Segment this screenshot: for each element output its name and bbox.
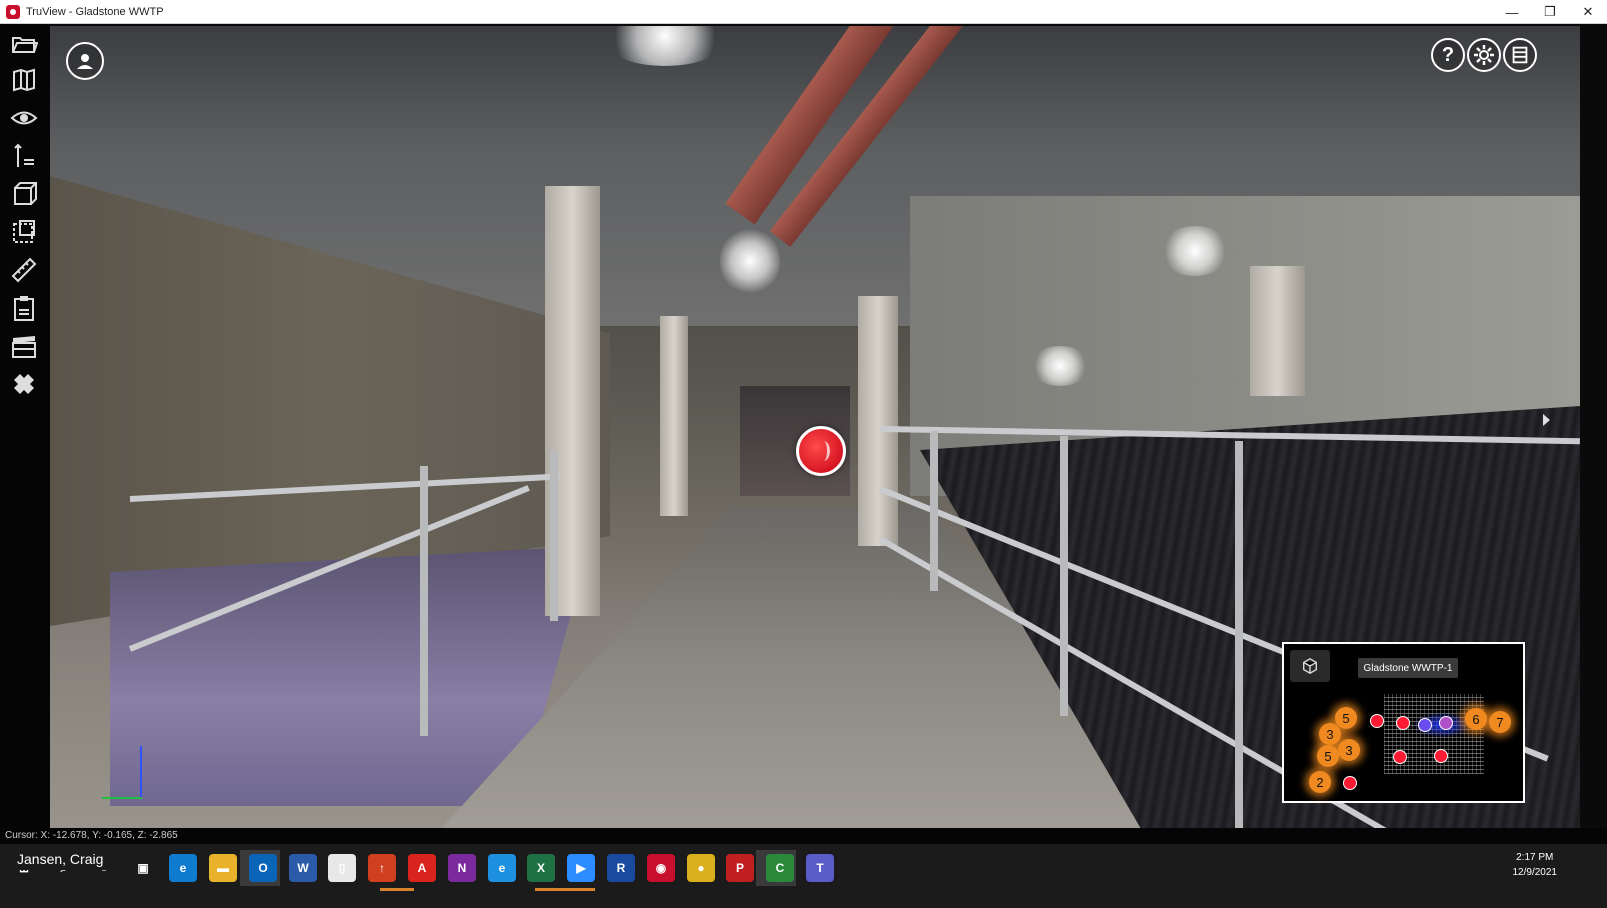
scan-rail-post [420,466,428,736]
minimap-scan-position[interactable] [1343,776,1357,790]
onenote-icon[interactable]: N [448,854,476,882]
minimap-panel[interactable]: Gladstone WWTP-1 5 3 3 5 2 6 7 [1282,642,1525,803]
acrobat-icon[interactable]: A [408,854,436,882]
report-button[interactable] [8,292,40,324]
running-app-indicator [535,888,595,891]
scan-ceiling-light [720,226,780,296]
internet-explorer-icon[interactable]: e [488,854,516,882]
minimap-cluster[interactable]: 3 [1338,739,1360,761]
markup-icon [13,220,35,243]
maximize-button[interactable]: ❐ [1531,0,1569,24]
animation-button[interactable] [8,330,40,362]
clock-time: 2:17 PM [1516,852,1554,863]
chrome-icon[interactable]: ● [687,854,715,882]
clipboard-icon [14,296,34,321]
x-axis-indicator [102,797,142,799]
map-button[interactable] [8,64,40,96]
clock-date: 12/9/2021 [1512,867,1558,878]
cube-icon [1303,658,1317,674]
pointer-app-icon[interactable]: ↑ [368,854,396,882]
minimap-cluster[interactable]: 2 [1309,771,1331,793]
ruler-icon [11,257,37,283]
minimap-current-position[interactable] [1418,718,1432,732]
minimap-cluster[interactable]: 6 [1465,708,1487,730]
title-bar: TruView - Gladstone WWTP — ❐ ✕ [0,0,1607,24]
measure-height-icon [14,143,34,167]
teams-icon[interactable]: T [806,854,834,882]
3d-view-icon [14,182,37,205]
help-button[interactable]: ? [1431,38,1465,72]
clapperboard-icon [12,336,36,358]
help-icon: ? [1441,43,1455,66]
file-explorer-icon[interactable]: ▬ [209,854,237,882]
scan-rail-post [1235,441,1243,841]
revit-icon[interactable]: R [607,854,635,882]
truview-app-icon [6,4,20,19]
truview-icon[interactable]: ◉ [647,854,675,882]
tool-sidebar [0,24,50,842]
window-title: TruView - Gladstone WWTP [26,5,164,18]
minimap-cluster[interactable]: 3 [1319,723,1341,745]
scan-rail-post [930,431,938,591]
minimap-scan-position[interactable] [1439,716,1453,730]
open-folder-button[interactable] [8,28,40,60]
scan-pillar [858,296,898,546]
scan-ceiling-light [1160,226,1230,276]
taskbar-apps-icon[interactable]: ▣ [129,854,157,882]
minimap-cluster[interactable]: 7 [1489,711,1511,733]
minimap-scan-position[interactable] [1393,750,1407,764]
edge-icon[interactable]: e [169,854,197,882]
user-profile-button[interactable] [66,42,104,80]
scan-station-marker[interactable] [796,426,846,476]
3d-view-button[interactable] [8,178,40,210]
view-button[interactable] [8,102,40,134]
eye-icon [10,111,38,125]
minimap-scan-position[interactable] [1370,714,1384,728]
word-icon[interactable]: W [289,854,317,882]
layers-icon [1512,46,1528,64]
scan-pillar [1250,266,1305,396]
z-axis-indicator [140,746,142,798]
minimap-mode-button[interactable] [1290,650,1330,682]
close-button[interactable]: ✕ [1569,0,1607,24]
layers-button[interactable] [1503,38,1537,72]
scan-pillar [660,316,688,516]
gear-icon [1474,45,1494,65]
settings-button[interactable] [1467,38,1501,72]
pdf-app-icon[interactable]: P [726,854,754,882]
scan-rail-post [1060,436,1068,716]
windows-taskbar: ⊞⌕○▣e▬OW▯↑ANeX▶R◉●PCT Jansen, Craig 2:17… [0,844,1607,908]
outlook-icon[interactable]: O [249,854,277,882]
minimap-scan-position[interactable] [1434,749,1448,763]
minimap-cluster[interactable]: 5 [1317,745,1339,767]
running-app-indicator [380,888,414,891]
system-clock[interactable]: 2:17 PM 12/9/2021 [1513,850,1558,880]
minimap-cluster[interactable]: 5 [1335,707,1357,729]
open-folder-icon [12,37,38,53]
map-icon [13,68,35,92]
minimap-title: Gladstone WWTP-1 [1358,658,1458,678]
scan-rail-post [550,451,558,621]
presenter-name: Jansen, Craig [12,848,109,870]
user-circle-icon [77,54,93,69]
zoom-icon[interactable]: ▶ [567,854,595,882]
markup-button[interactable] [8,216,40,248]
plugin-icon [14,374,34,394]
minimap-scan-position[interactable] [1396,716,1410,730]
window-controls: — ❐ ✕ [1493,0,1607,24]
notepad-icon[interactable]: ▯ [328,854,356,882]
excel-icon[interactable]: X [527,854,555,882]
minimize-button[interactable]: — [1493,0,1531,24]
scan-ceiling-light [1030,346,1090,386]
ruler-button[interactable] [8,254,40,286]
measure-height-button[interactable] [8,140,40,172]
cursor-status: Cursor: X: -12.678, Y: -0.165, Z: -2.865 [0,828,1607,844]
plugins-button[interactable] [8,368,40,400]
expand-panel-arrow-icon[interactable] [1543,414,1550,426]
cyclone-app-icon[interactable]: C [766,854,794,882]
